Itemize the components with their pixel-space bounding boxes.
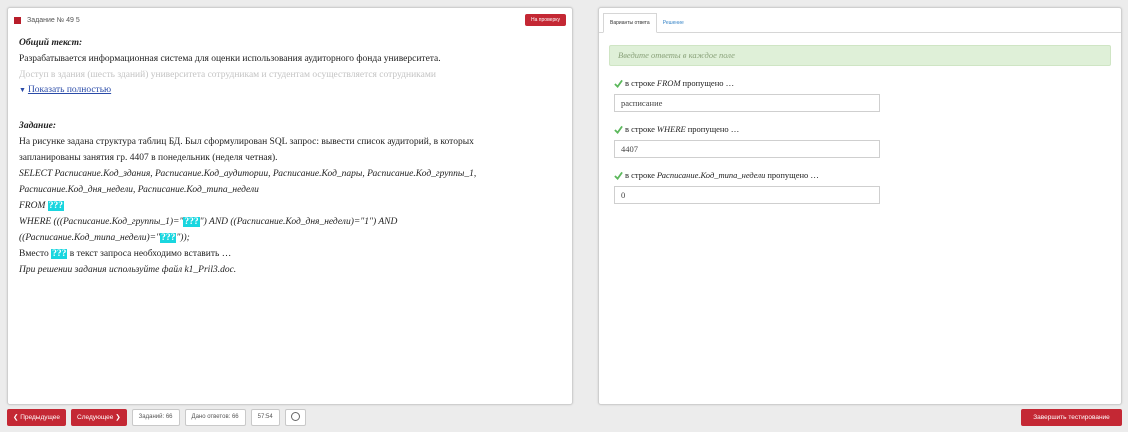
gear-icon [290, 411, 300, 421]
show-more-label: Показать полностью [27, 85, 112, 95]
sql-text: FROM [19, 201, 48, 211]
sql-text: ") AND ((Расписание.Код_дня_недели)="1")… [199, 217, 398, 227]
question-label: в строке WHERE пропущено … [614, 124, 1121, 134]
report-button[interactable]: На проверку [525, 14, 566, 26]
answer-input-where[interactable]: 4407 [614, 140, 880, 158]
sql-text: WHERE (((Расписание.Код_группы_1)=" [19, 217, 184, 227]
placeholder-highlight: ??? [183, 217, 200, 227]
general-text-title: Общий текст: [19, 38, 83, 48]
answer-input-week-type[interactable]: 0 [614, 186, 880, 204]
question-label-keyword: FROM [656, 78, 681, 88]
general-text-line: Разрабатывается информационная система д… [19, 54, 441, 64]
settings-button[interactable] [284, 409, 306, 426]
instead-line: Вместо ??? в текст запроса необходимо вс… [19, 246, 561, 262]
tab-answer-options[interactable]: Варианты ответа [603, 13, 657, 33]
check-icon [614, 125, 623, 134]
placeholder-highlight: ??? [47, 201, 65, 211]
sql-where-line: ((Расписание.Код_типа_недели)="???")); [19, 230, 561, 246]
sql-line: SELECT Расписание.Код_здания, Расписание… [19, 169, 477, 179]
task-section-title: Задание: [19, 121, 56, 131]
question-label-suffix: пропущено … [682, 78, 735, 88]
instead-text: Вместо [19, 249, 52, 259]
answer-panel: Варианты ответа Решение Введите ответы в… [598, 7, 1122, 405]
sql-text: ((Расписание.Код_типа_недели)=" [19, 233, 161, 243]
check-icon [614, 79, 623, 88]
question-item: в строке Расписание.Код_типа_недели проп… [614, 170, 1121, 204]
hint-box: Введите ответы в каждое поле [609, 45, 1111, 66]
placeholder-highlight: ??? [160, 233, 177, 243]
check-icon [614, 171, 623, 180]
task-body: Общий текст: Разрабатывается информацион… [8, 38, 572, 278]
question-label-suffix: пропущено … [687, 124, 740, 134]
question-label-prefix: в строке [625, 78, 655, 88]
sql-where-line: WHERE (((Расписание.Код_группы_1)="???")… [19, 214, 561, 230]
task-text-line: На рисунке задана структура таблиц БД. Б… [19, 137, 474, 147]
question-label-suffix: пропущено … [767, 170, 819, 180]
sql-from-line: FROM ??? [19, 198, 561, 214]
question-item: в строке FROM пропущено … расписание [614, 78, 1121, 112]
next-button[interactable]: Следующее ❯ [71, 409, 127, 426]
chevron-down-icon: ▼ [19, 86, 26, 94]
question-label-keyword: WHERE [656, 124, 686, 134]
question-item: в строке WHERE пропущено … 4407 [614, 124, 1121, 158]
task-header: Задание № 49 5 На проверку [8, 8, 572, 32]
question-label-prefix: в строке [625, 170, 655, 180]
question-label-keyword: Расписание.Код_типа_недели [656, 170, 766, 180]
answered-count: Дано ответов: 66 [184, 409, 246, 426]
question-label-prefix: в строке [625, 124, 655, 134]
sql-line: Расписание.Код_дня_недели, Расписание.Ко… [19, 185, 259, 195]
tab-solution[interactable]: Решение [657, 14, 690, 32]
task-panel: Задание № 49 5 На проверку Общий текст: … [7, 7, 573, 405]
instead-text: в текст запроса необходимо вставить … [67, 249, 232, 259]
navigation-bar: ❮ Предыдущее Следующее ❯ Заданий: 66 Дан… [7, 409, 306, 426]
task-text-line: запланированы занятия гр. 4407 в понедел… [19, 153, 278, 163]
question-label: в строке FROM пропущено … [614, 78, 1121, 88]
placeholder-highlight: ??? [51, 249, 68, 259]
flag-icon [14, 16, 21, 24]
tasks-count: Заданий: 66 [131, 409, 180, 426]
previous-button[interactable]: ❮ Предыдущее [7, 409, 67, 426]
timer: 57:54 [250, 409, 280, 426]
task-title: Задание № 49 5 [27, 16, 80, 24]
answer-input-from[interactable]: расписание [614, 94, 880, 112]
question-label: в строке Расписание.Код_типа_недели проп… [614, 170, 1121, 180]
answer-tabs: Варианты ответа Решение [599, 8, 1121, 33]
finish-test-button[interactable]: Завершить тестирование [1021, 409, 1122, 426]
file-note: При решении задания используйте файл k1_… [19, 265, 237, 275]
general-text-faded-line: Доступ в здания (шесть зданий) университ… [19, 70, 436, 80]
show-more-link[interactable]: ▼ Показать полностью [19, 85, 561, 95]
sql-text: ")); [176, 233, 190, 243]
